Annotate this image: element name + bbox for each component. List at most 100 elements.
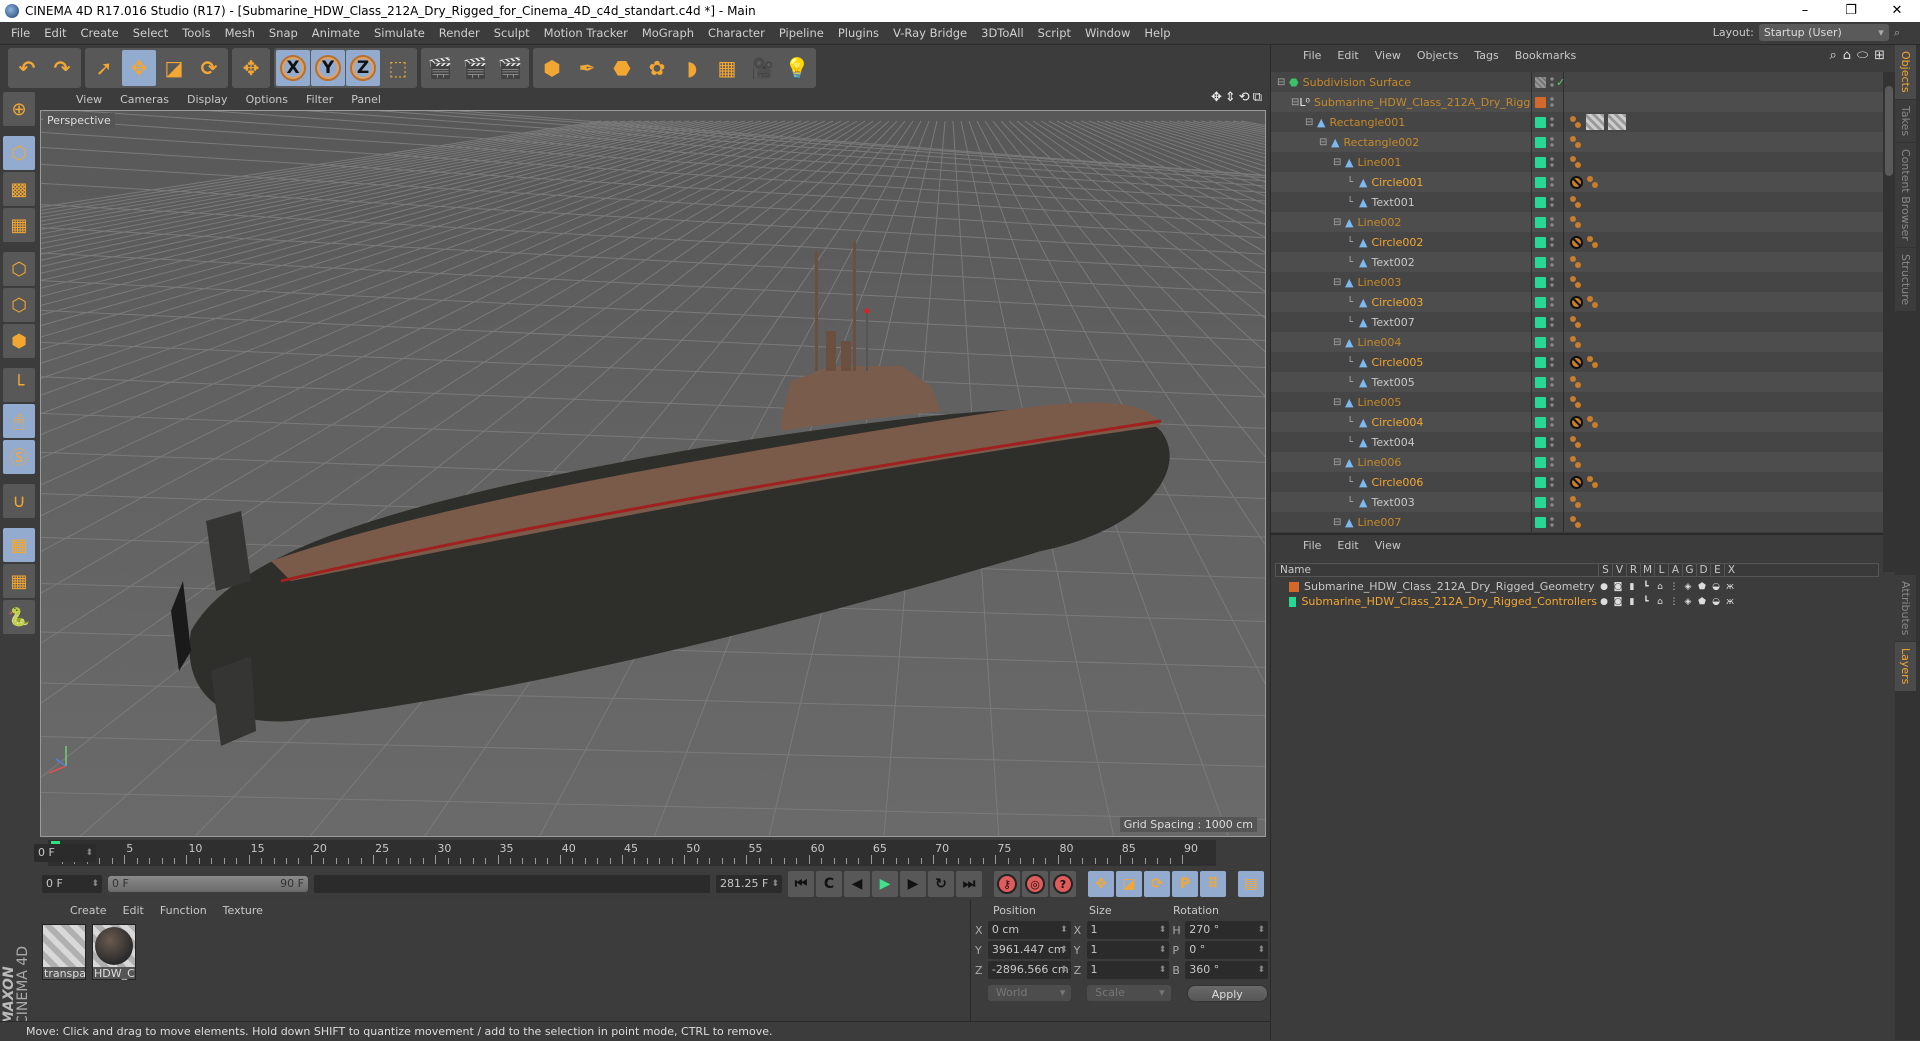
layer-color-swatch[interactable] [1535,516,1546,528]
visibility-dots[interactable] [1550,436,1554,448]
layer-column-a[interactable]: A [1668,564,1682,576]
object-menu-file[interactable]: File [1295,49,1329,62]
menu-v-ray-bridge[interactable]: V-Ray Bridge [886,26,974,40]
fps-frame-field[interactable]: 281.25 F [716,875,782,893]
x-axis-button[interactable]: X [276,49,310,86]
object-menu-tags[interactable]: Tags [1466,49,1506,62]
layer-column-e[interactable]: E [1710,564,1724,576]
previous-key-button[interactable]: C [816,871,842,897]
dolly-icon[interactable]: ⇕ [1225,90,1236,105]
next-key-button[interactable]: ↻ [928,871,954,897]
object-row[interactable]: ⊟ ▲ Line007 [1271,512,1883,532]
subdivision-surface-button[interactable]: ⬣ [605,50,639,86]
viewport-menu-panel[interactable]: Panel [343,93,389,106]
layer-color-swatch[interactable] [1535,136,1546,148]
visibility-dots[interactable] [1550,496,1554,508]
end-frame-field[interactable]: 0 F [34,844,96,862]
layer-column-name[interactable]: Name [1276,564,1598,576]
undo-button[interactable]: ↶ [10,50,44,86]
object-row[interactable]: └ ▲ Circle005 [1271,352,1883,372]
object-tree-scrollbar[interactable] [1883,72,1895,572]
protection-tag-icon[interactable] [1570,235,1583,249]
collapse-icon[interactable]: ⊟ [1291,97,1299,108]
layer-color-swatch[interactable] [1535,456,1546,468]
object-menu-objects[interactable]: Objects [1409,49,1467,62]
ik-tag-icon[interactable] [1570,136,1582,148]
viewport-menu-view[interactable]: View [68,93,110,106]
3d-viewport[interactable]: Perspective Grid Spacing : 1000 cm [40,110,1266,837]
ik-tag-icon[interactable] [1570,116,1582,128]
menu-edit[interactable]: Edit [37,26,73,40]
visibility-dots[interactable] [1550,336,1554,348]
record-active-objects-button[interactable]: ⚷ [994,871,1020,897]
visibility-dots[interactable] [1550,236,1554,248]
visibility-dots[interactable] [1550,296,1554,308]
menu-file[interactable]: File [4,26,37,40]
protection-tag-icon[interactable] [1570,175,1583,189]
rotate-button[interactable]: ⟳ [192,50,226,86]
python-button[interactable]: 🐍 [3,600,35,634]
z-axis-button[interactable]: Z [346,49,380,86]
ik-tag-icon[interactable] [1587,356,1599,368]
layout-dropdown[interactable]: Startup (User) [1758,24,1889,41]
menu-tools[interactable]: Tools [175,26,217,40]
collapse-icon[interactable]: ⊟ [1333,157,1345,168]
layer-color-swatch[interactable] [1535,336,1546,348]
orbit-icon[interactable]: ⟲ [1239,90,1250,105]
visibility-dots[interactable] [1550,156,1554,168]
object-row[interactable]: ⊟ ▲ Line002 [1271,212,1883,232]
protection-tag-icon[interactable] [1570,475,1583,489]
ik-tag-icon[interactable] [1570,516,1582,528]
layer-flag-m-icon[interactable]: ┗ [1639,597,1653,607]
object-row[interactable]: └ ▲ Circle003 [1271,292,1883,312]
deformer-button[interactable]: ◗ [675,50,709,86]
go-to-start-button[interactable]: ⏮ [788,871,814,897]
layer-color-swatch[interactable] [1535,256,1546,268]
viewport-menu-filter[interactable]: Filter [298,93,341,106]
layer-color-swatch[interactable] [1535,176,1546,188]
menu-snap[interactable]: Snap [262,26,305,40]
object-row[interactable]: └ ▲ Text002 [1271,252,1883,272]
workplane-mode-button[interactable]: ▦ [3,208,35,242]
render-view-button[interactable]: 🎬 [423,50,457,86]
collapse-icon[interactable]: ⊟ [1333,217,1345,228]
protection-tag-icon[interactable] [1570,355,1583,369]
menu-window[interactable]: Window [1078,26,1137,40]
collapse-icon[interactable]: ⊟ [1333,457,1345,468]
layer-color-swatch[interactable] [1535,496,1546,508]
object-row[interactable]: ⊟ ▲ Line003 [1271,272,1883,292]
object-row[interactable]: └ ▲ Text005 [1271,372,1883,392]
material-menu-edit[interactable]: Edit [115,904,152,917]
visibility-dots[interactable] [1550,176,1554,188]
visibility-dots[interactable] [1550,316,1554,328]
ik-tag-icon[interactable] [1587,296,1599,308]
size-x-field[interactable]: 1 [1086,921,1170,939]
menu-sculpt[interactable]: Sculpt [487,26,537,40]
layer-flag-r-icon[interactable]: ▮ [1625,582,1639,592]
layer-flag-s-icon[interactable]: ● [1597,582,1611,592]
menu-mesh[interactable]: Mesh [218,26,262,40]
scale-key-button[interactable]: ◪ [1116,871,1142,897]
visibility-dots[interactable] [1550,476,1554,488]
visibility-dots[interactable] [1550,376,1554,388]
restore-button[interactable]: ❐ [1828,0,1874,22]
visibility-dots[interactable] [1550,396,1554,408]
ik-tag-icon[interactable] [1587,416,1599,428]
object-row[interactable]: ⊟ ▲ Line001 [1271,152,1883,172]
protection-tag-icon[interactable] [1570,295,1583,309]
home-icon[interactable]: ⌂ [1843,48,1851,63]
layer-color-swatch[interactable] [1535,276,1546,288]
size-y-field[interactable]: 1 [1086,941,1170,959]
side-tab-structure[interactable]: Structure [1895,247,1916,311]
layer-flag-l-icon[interactable]: ⌂ [1653,582,1667,592]
visibility-dots[interactable] [1550,256,1554,268]
layer-flag-l-icon[interactable]: ⌂ [1653,597,1667,607]
cloner-button[interactable]: ✿ [640,50,674,86]
play-button[interactable]: ▶ [872,871,898,897]
polygons-mode-button[interactable]: ⬢ [3,324,35,358]
layer-color-swatch[interactable] [1535,316,1546,328]
new-window-icon[interactable]: ⊞ [1874,48,1885,63]
side-tab-layers[interactable]: Layers [1895,642,1916,691]
edges-mode-button[interactable]: ⬡ [3,288,35,322]
layer-column-g[interactable]: G [1682,564,1696,576]
